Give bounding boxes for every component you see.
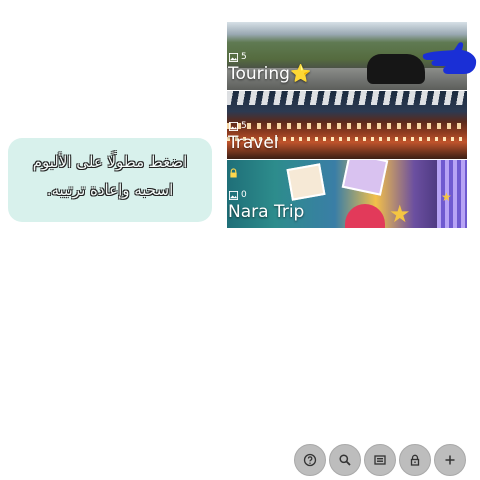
album-title: Touring⭐ [228,64,311,84]
image-icon [229,190,238,200]
album-title: Travel [228,133,279,153]
image-icon [229,121,238,131]
album-card-nara-trip[interactable]: ★ ★ 0 Nara Trip [227,160,467,228]
search-icon [339,454,351,466]
star-decoration: ★ [441,190,452,204]
tip-line-1: اضغط مطولًا على الألبوم [32,153,188,171]
tip-line-2: اسحبه وإعادة ترتيبه. [46,181,174,199]
lock-button[interactable] [399,444,431,476]
album-count-value: 5 [241,52,247,62]
album-count: 5 [229,121,247,131]
album-title-text: Touring [228,64,290,84]
help-icon [303,453,317,467]
album-title: Nara Trip [228,202,305,222]
reorder-tip-bubble: اضغط مطولًا على الألبوم اسحبه وإعادة ترت… [8,138,212,222]
help-button[interactable] [294,444,326,476]
pointing-hand-icon [422,42,477,74]
album-card-travel[interactable]: 5 Travel [227,91,467,159]
add-icon [445,455,455,465]
album-lock-indicator [229,168,238,178]
search-button[interactable] [329,444,361,476]
album-count-value: 0 [241,190,247,200]
album-count: 0 [229,190,247,200]
album-view-button[interactable] [364,444,396,476]
lock-icon [230,168,237,178]
star-decoration: ★ [389,200,411,228]
lock-icon [410,454,420,466]
add-album-button[interactable] [434,444,466,476]
star-emoji: ⭐ [289,64,312,84]
image-icon [229,52,238,62]
album-icon [374,455,386,465]
album-count-value: 5 [241,121,247,131]
album-count: 5 [229,52,247,62]
bottom-action-bar [294,444,466,476]
